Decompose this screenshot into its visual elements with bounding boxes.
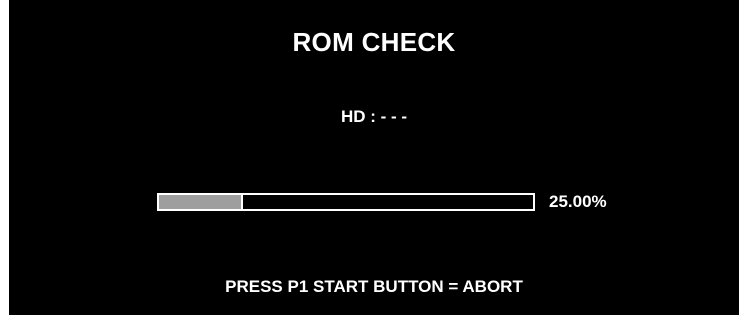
page-title: ROM CHECK (292, 27, 456, 57)
hd-status: HD : - - - (340, 107, 408, 126)
abort-instruction: PRESS P1 START BUTTON = ABORT (225, 277, 523, 296)
rom-check-screen: ROM CHECK HD : - - - 25.00% PRESS P1 STA… (9, 0, 739, 315)
progress-fill (159, 195, 243, 209)
progress-percentage: 25.00% (549, 192, 607, 211)
progress-bar (157, 193, 535, 211)
